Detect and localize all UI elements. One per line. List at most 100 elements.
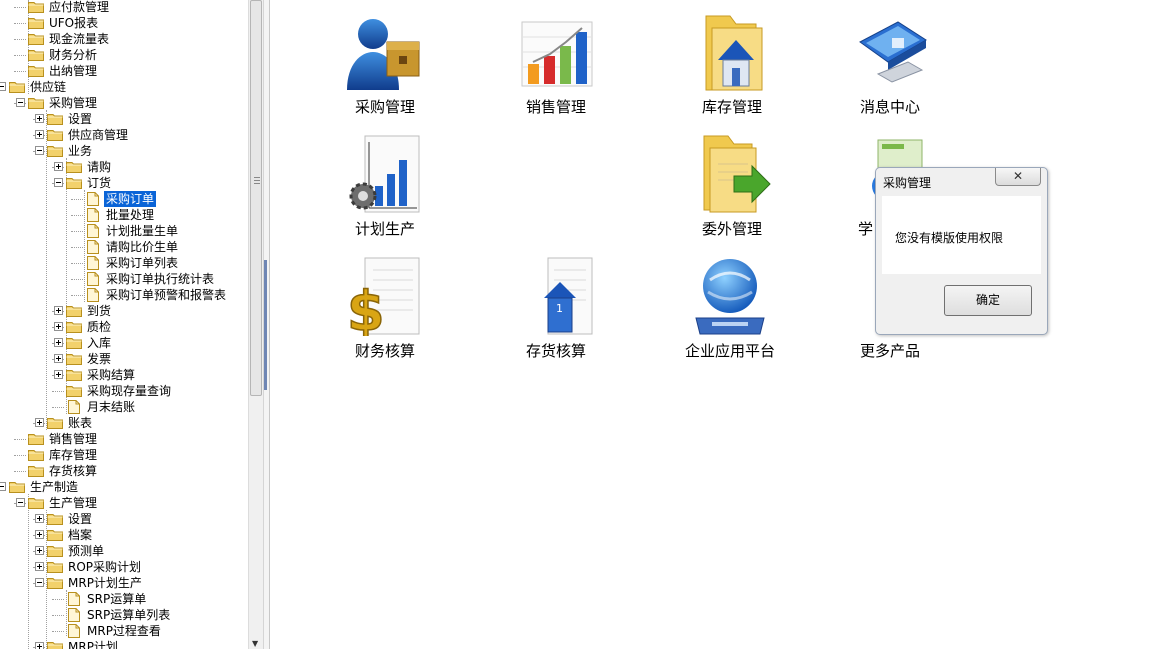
app-purchase-management[interactable]: 采购管理 (320, 12, 450, 122)
expand-plus-icon[interactable] (35, 562, 44, 571)
collapse-minus-icon[interactable] (35, 146, 44, 155)
expand-plus-icon[interactable] (35, 514, 44, 523)
expand-plus-icon[interactable] (54, 354, 63, 363)
collapse-minus-icon[interactable] (0, 482, 6, 491)
expand-plus-icon[interactable] (54, 322, 63, 331)
folder-icon (28, 97, 44, 109)
tree-node[interactable]: 存货核算 (0, 463, 248, 479)
collapse-minus-icon[interactable] (16, 98, 25, 107)
tree-node[interactable]: 月末结账 (0, 399, 248, 415)
tree-node-label: 档案 (68, 528, 93, 542)
svg-text:1: 1 (556, 302, 563, 315)
expand-plus-icon[interactable] (35, 114, 44, 123)
expand-plus-icon[interactable] (35, 130, 44, 139)
folder-icon (66, 305, 82, 317)
tree-node[interactable]: 应付款管理 (0, 0, 248, 15)
tree-node[interactable]: 账表 (0, 415, 248, 431)
tree-node[interactable]: 采购现存量查询 (0, 383, 248, 399)
tree-node[interactable]: 采购管理 (0, 95, 248, 111)
tree-node[interactable]: 采购订单预警和报警表 (0, 287, 248, 303)
panel-splitter[interactable] (263, 0, 270, 649)
tree-node[interactable]: 生产制造 (0, 479, 248, 495)
tree-node[interactable]: 计划批量生单 (0, 223, 248, 239)
tree-node[interactable]: 到货 (0, 303, 248, 319)
tree-node[interactable]: 销售管理 (0, 431, 248, 447)
tree-scroll-thumb[interactable] (250, 0, 262, 396)
app-label: 销售管理 (525, 98, 586, 116)
document-icon (87, 192, 99, 206)
collapse-minus-icon[interactable] (54, 178, 63, 187)
collapse-minus-icon[interactable] (16, 498, 25, 507)
ok-button[interactable]: 确定 (944, 285, 1032, 316)
tree-node-label: 批量处理 (106, 208, 155, 222)
expand-plus-icon[interactable] (35, 546, 44, 555)
tree-node[interactable]: 财务分析 (0, 47, 248, 63)
tree-node-label: 生产制造 (30, 480, 79, 494)
tree-node[interactable]: 入库 (0, 335, 248, 351)
tree-node-label: 计划批量生单 (106, 224, 179, 238)
tree-node[interactable]: SRP运算单 (0, 591, 248, 607)
tree-node[interactable]: 批量处理 (0, 207, 248, 223)
tree-node[interactable]: 库存管理 (0, 447, 248, 463)
expand-plus-icon[interactable] (35, 642, 44, 649)
tree-node[interactable]: 供应商管理 (0, 127, 248, 143)
permission-dialog: 采购管理 ✕ 您没有模版使用权限 确定 (875, 167, 1048, 335)
tree-node[interactable]: 请购比价生单 (0, 239, 248, 255)
tree-guide-line (71, 199, 83, 200)
tree-node[interactable]: 业务 (0, 143, 248, 159)
scroll-down-arrow-icon[interactable]: ▼ (252, 640, 258, 648)
expand-plus-icon[interactable] (54, 162, 63, 171)
app-label: 采购管理 (354, 98, 415, 116)
app-planning-production[interactable]: 计划生产 (320, 134, 450, 244)
tree-node[interactable]: 设置 (0, 511, 248, 527)
tree-node[interactable]: 采购订单列表 (0, 255, 248, 271)
tree-scrollbar[interactable]: ▼ (248, 0, 264, 649)
navigation-tree[interactable]: 应付款管理 UFO报表 现金流量表 财务分析 出纳管理 供应链 采购管理 设置 供应商管理 业务请… (0, 0, 248, 649)
app-stock-accounting[interactable]: 1 存货核算 (491, 256, 621, 366)
tree-node-label: 采购订单列表 (106, 256, 179, 270)
tree-node-label: 账表 (68, 416, 93, 430)
app-enterprise-platform[interactable]: 企业应用平台 (665, 256, 795, 366)
app-finance-accounting[interactable]: $ 财务核算 (320, 256, 450, 366)
app-label: 存货核算 (525, 342, 586, 360)
tree-node[interactable]: MRP计划生产 (0, 575, 248, 591)
tree-node[interactable]: MRP计划 (0, 639, 248, 649)
collapse-minus-icon[interactable] (35, 578, 44, 587)
dialog-close-button[interactable]: ✕ (995, 168, 1041, 186)
app-sales-management[interactable]: 销售管理 (491, 12, 621, 122)
folder-icon (47, 641, 63, 649)
tree-node[interactable]: 供应链 (0, 79, 248, 95)
tree-node[interactable]: 预测单 (0, 543, 248, 559)
tree-node[interactable]: 生产管理 (0, 495, 248, 511)
tree-node[interactable]: 请购 (0, 159, 248, 175)
tree-node[interactable]: UFO报表 (0, 15, 248, 31)
tree-node[interactable]: 出纳管理 (0, 63, 248, 79)
tree-node-label: 月末结账 (87, 400, 136, 414)
tree-node[interactable]: 档案 (0, 527, 248, 543)
tree-node[interactable]: 采购结算 (0, 367, 248, 383)
collapse-minus-icon[interactable] (0, 82, 6, 91)
tree-node[interactable]: 质检 (0, 319, 248, 335)
expand-plus-icon[interactable] (54, 370, 63, 379)
tree-guide-line (14, 7, 26, 8)
tree-guide-line (52, 407, 64, 408)
planning-chart-icon (349, 135, 420, 213)
tree-node[interactable]: 采购订单执行统计表 (0, 271, 248, 287)
tree-node[interactable]: 设置 (0, 111, 248, 127)
tree-node[interactable]: SRP运算单列表 (0, 607, 248, 623)
tree-node[interactable]: 订货 (0, 175, 248, 191)
tree-node[interactable]: 发票 (0, 351, 248, 367)
expand-plus-icon[interactable] (54, 306, 63, 315)
tree-guide-line (52, 599, 64, 600)
app-inventory-management[interactable]: 库存管理 (667, 12, 797, 122)
tree-node[interactable]: 现金流量表 (0, 31, 248, 47)
folder-icon (66, 177, 82, 189)
expand-plus-icon[interactable] (35, 418, 44, 427)
expand-plus-icon[interactable] (54, 338, 63, 347)
app-message-center[interactable]: 消息中心 (825, 12, 955, 122)
tree-node[interactable]: ROP采购计划 (0, 559, 248, 575)
tree-node[interactable]: 采购订单 (0, 191, 248, 207)
app-outsourcing-management[interactable]: 委外管理 (667, 134, 797, 244)
expand-plus-icon[interactable] (35, 530, 44, 539)
tree-node[interactable]: MRP过程查看 (0, 623, 248, 639)
